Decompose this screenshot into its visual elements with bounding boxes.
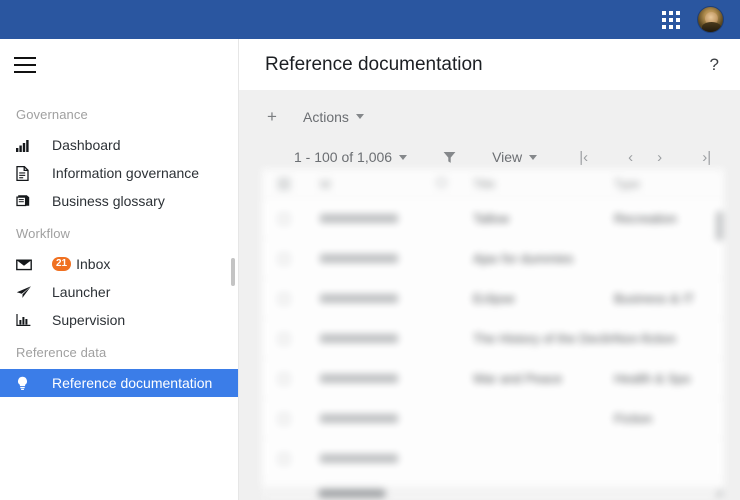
column-header-icon — [414, 177, 469, 191]
document-icon — [16, 166, 38, 181]
row-id — [306, 451, 414, 466]
sidebar-item-launcher[interactable]: Launcher — [0, 278, 238, 306]
sidebar-item-label: Business glossary — [38, 193, 165, 209]
row-type: Business & IT — [614, 291, 724, 306]
select-all-checkbox[interactable] — [262, 178, 306, 190]
book-icon — [16, 194, 38, 208]
bar-chart-icon — [16, 139, 38, 152]
row-checkbox[interactable] — [262, 413, 306, 425]
row-id — [306, 211, 414, 226]
row-title: Ajax for dummies — [469, 251, 614, 266]
row-type: Recreation — [614, 211, 724, 226]
table-row[interactable]: Fiction — [262, 399, 724, 439]
row-type: Non-fiction — [614, 331, 724, 346]
sidebar-scrollbar-thumb[interactable] — [231, 258, 235, 286]
column-header-id[interactable]: Id — [306, 177, 414, 191]
sidebar-item-reference-documentation[interactable]: Reference documentation — [0, 369, 239, 397]
next-page-button[interactable]: › — [646, 149, 673, 166]
paper-plane-icon — [16, 285, 38, 299]
previous-page-button[interactable]: ‹ — [617, 149, 644, 166]
toolbar-row-secondary: 1 - 100 of 1,006 View |‹ ‹ › ›| — [239, 147, 740, 167]
help-icon[interactable]: ? — [710, 55, 719, 75]
lightbulb-icon — [16, 376, 38, 391]
row-type: Fiction — [614, 411, 724, 426]
table-horizontal-scrollbar-thumb[interactable] — [318, 489, 386, 498]
table-header-row: Id Title Type — [262, 169, 724, 199]
column-header-type[interactable]: Type — [614, 177, 724, 191]
last-page-button[interactable]: ›| — [693, 149, 720, 166]
row-checkbox[interactable] — [262, 213, 306, 225]
row-title: The History of the Decline an — [469, 331, 614, 346]
add-button[interactable]: + — [258, 108, 286, 125]
sidebar-item-supervision[interactable]: Supervision — [0, 306, 238, 334]
row-title: Eclipse — [469, 291, 614, 306]
chevron-down-icon — [356, 114, 364, 119]
table-row[interactable]: Eclipse Business & IT — [262, 279, 724, 319]
sidebar-item-label: Inbox — [71, 256, 110, 272]
row-checkbox[interactable] — [262, 333, 306, 345]
pagination-count-label: 1 - 100 of 1,006 — [294, 149, 392, 165]
row-id — [306, 371, 414, 386]
row-title: Tallow — [469, 211, 614, 226]
table-row[interactable]: War and Peace Health & Spo — [262, 359, 724, 399]
user-avatar[interactable] — [697, 6, 724, 33]
toolbar-row-primary: + Actions — [239, 108, 364, 125]
row-type: Health & Spo — [614, 371, 724, 386]
sidebar-item-information-governance[interactable]: Information governance — [0, 159, 238, 187]
page-title: Reference documentation — [265, 54, 483, 76]
main-content: + Actions 1 - 100 of 1,006 View — [239, 90, 740, 500]
row-id — [306, 291, 414, 306]
row-id — [306, 411, 414, 426]
sidebar: Governance Dashboard — [0, 39, 239, 500]
row-checkbox[interactable] — [262, 453, 306, 465]
inbox-badge: 21 — [52, 257, 71, 271]
funnel-icon[interactable] — [443, 151, 456, 164]
sidebar-section-workflow: Workflow — [0, 215, 238, 250]
sidebar-nav: Governance Dashboard — [0, 96, 238, 397]
sidebar-item-label: Dashboard — [38, 137, 121, 153]
table-row[interactable]: Ajax for dummies — [262, 239, 724, 279]
sidebar-item-label: Supervision — [38, 312, 125, 328]
sidebar-item-label: Information governance — [38, 165, 199, 181]
row-checkbox[interactable] — [262, 373, 306, 385]
sidebar-section-governance: Governance — [0, 96, 238, 131]
table-resize-handle[interactable]: ◢ — [715, 487, 722, 498]
inbox-icon — [16, 258, 38, 271]
application-window: Governance Dashboard — [0, 0, 740, 500]
top-navigation-bar — [0, 0, 740, 39]
row-title: War and Peace — [469, 371, 614, 386]
hamburger-icon[interactable] — [14, 55, 36, 73]
sidebar-item-dashboard[interactable]: Dashboard — [0, 131, 238, 159]
table-row[interactable]: The History of the Decline an Non-fictio… — [262, 319, 724, 359]
actions-menu-button[interactable]: Actions — [303, 109, 364, 125]
table-vertical-scrollbar-thumb[interactable] — [716, 211, 723, 241]
row-checkbox[interactable] — [262, 293, 306, 305]
first-page-button[interactable]: |‹ — [570, 149, 597, 166]
view-menu-label: View — [492, 149, 522, 165]
chart-bars-icon — [16, 313, 38, 327]
chevron-down-icon — [529, 155, 537, 160]
sidebar-item-business-glossary[interactable]: Business glossary — [0, 187, 238, 215]
reference-documentation-table[interactable]: Id Title Type Tallow Recreation Ajax for… — [262, 169, 724, 500]
chevron-down-icon — [399, 155, 407, 160]
pagination-count-dropdown[interactable]: 1 - 100 of 1,006 — [294, 149, 407, 165]
table-toolbar: + Actions 1 - 100 of 1,006 View — [239, 90, 740, 169]
row-id — [306, 251, 414, 266]
table-row[interactable]: Tallow Recreation — [262, 199, 724, 239]
sidebar-item-label: Reference documentation — [38, 375, 212, 391]
column-header-title[interactable]: Title — [469, 177, 614, 191]
sidebar-item-inbox[interactable]: 21 Inbox — [0, 250, 238, 278]
sidebar-section-reference-data: Reference data — [0, 334, 238, 369]
table-row[interactable] — [262, 439, 724, 479]
row-checkbox[interactable] — [262, 253, 306, 265]
actions-menu-label: Actions — [303, 109, 349, 125]
pagination-controls: |‹ ‹ › ›| — [570, 149, 720, 166]
view-menu-button[interactable]: View — [492, 149, 537, 165]
sidebar-item-label: Launcher — [38, 284, 110, 300]
apps-grid-icon[interactable] — [662, 11, 680, 29]
row-id — [306, 331, 414, 346]
page-header: Reference documentation ? — [239, 39, 740, 90]
